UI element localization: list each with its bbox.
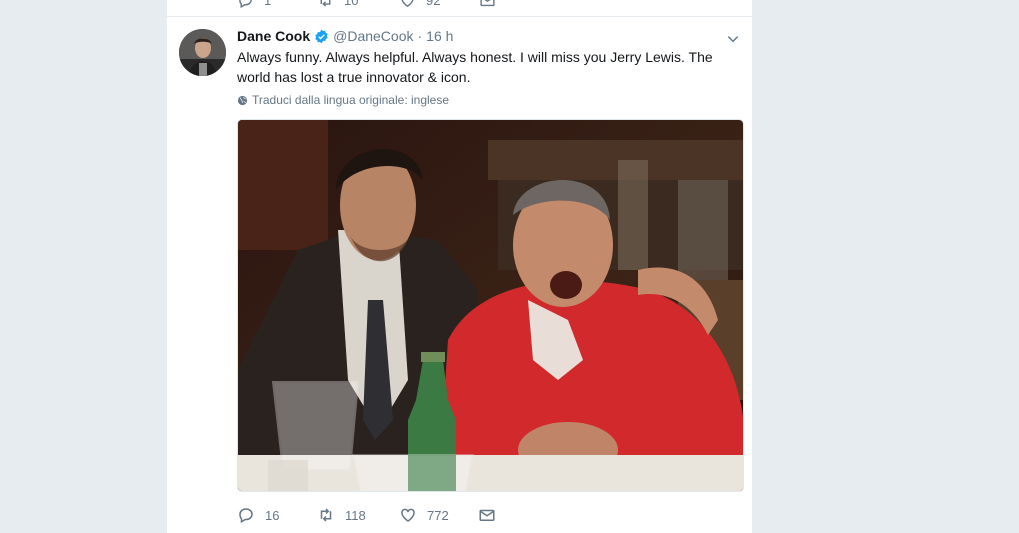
previous-retweet-count: 10 [344,0,359,8]
reply-icon [239,0,252,9]
dm-icon [480,0,495,7]
retweet-icon [320,508,332,522]
separator: · [417,28,423,44]
retweet-count: 118 [345,507,366,523]
author-name[interactable]: Dane Cook [237,28,310,44]
tweet-header: Dane Cook @DaneCook · 16 h [237,28,453,44]
retweet-icon [320,0,331,7]
previous-retweet-button[interactable]: 10 [317,0,358,9]
tweet-time[interactable]: 16 h [426,28,453,44]
previous-reply-button[interactable]: 1 [237,0,271,9]
reply-count: 16 [265,507,280,523]
like-icon [401,508,415,522]
tweet-text: Always funny. Always helpful. Always hon… [237,49,713,85]
previous-tweet-actions: 1 10 92 [167,0,752,16]
retweet-button[interactable]: 118 [317,506,366,524]
verified-icon [315,29,328,43]
tweet-actions: 16 118 772 [237,506,637,526]
translate-link[interactable]: Traduci dalla lingua originale: inglese [237,93,449,107]
previous-like-button[interactable]: 92 [399,0,440,9]
reply-button[interactable]: 16 [237,506,279,524]
previous-dm-button[interactable] [479,0,506,9]
caret-down-icon[interactable] [726,32,740,46]
tweet-photo[interactable] [237,119,744,492]
previous-reply-count: 1 [264,0,272,8]
dm-icon [479,509,495,521]
translate-label: Traduci dalla lingua originale: inglese [252,93,450,107]
like-icon [401,0,414,8]
author-handle[interactable]: @DaneCook [333,28,413,44]
tweet-divider [167,16,752,17]
dm-button[interactable] [478,506,506,524]
timeline: 1 10 92 Dane Cook @DaneCook · 16 h Alway… [166,0,753,533]
like-button[interactable]: 772 [399,506,449,524]
globe-icon [237,95,248,105]
photo-image [238,120,743,491]
avatar[interactable] [179,29,226,76]
previous-like-count: 92 [426,0,441,8]
like-count: 772 [427,507,449,523]
reply-icon [239,508,253,524]
